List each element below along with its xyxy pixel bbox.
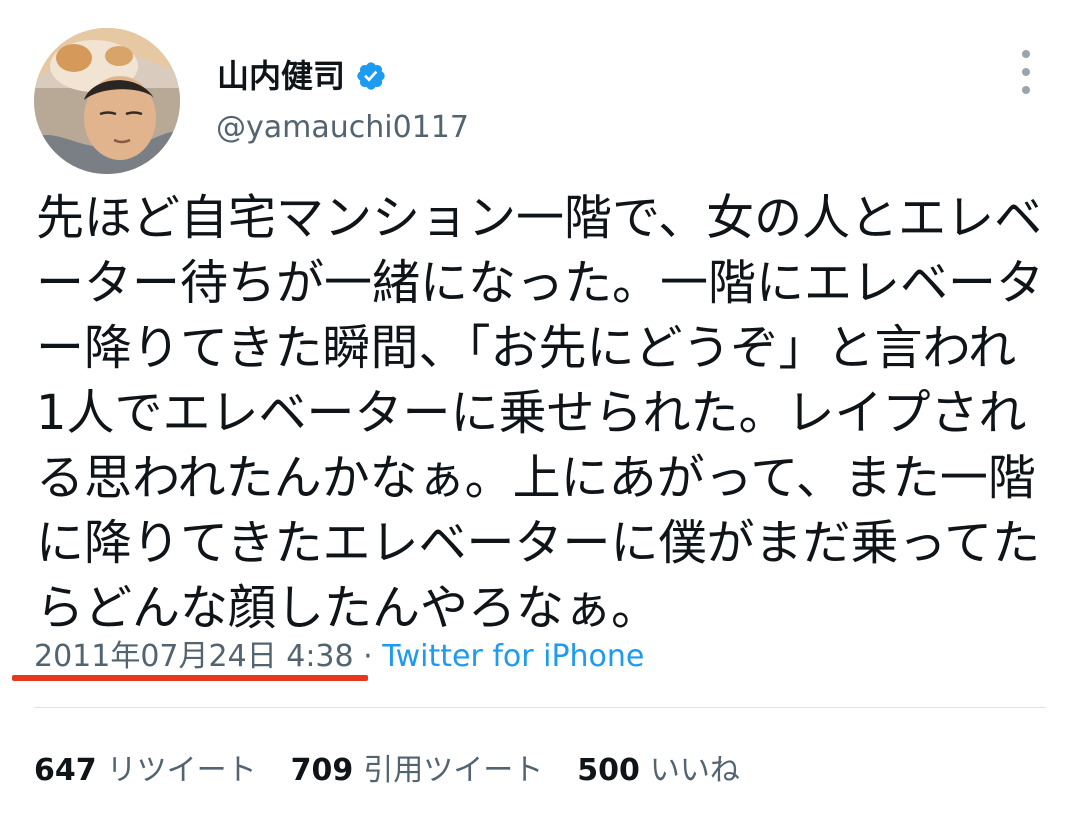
more-options-button[interactable] [1008,50,1044,94]
quote-tweets-label: 引用ツイート [363,753,544,788]
tweet-source-link[interactable]: Twitter for iPhone [382,639,644,674]
author-name-row[interactable]: 山内健司 [217,56,387,96]
avatar[interactable] [34,28,180,174]
likes-label: いいね [649,753,740,788]
more-options-icon-dot [1022,68,1030,76]
retweets-label: リツイート [106,753,257,788]
more-options-icon-dot [1022,86,1030,94]
more-options-icon [1022,50,1030,58]
avatar-photo [34,28,180,174]
red-annotation-underline [12,675,368,681]
author-display-name[interactable]: 山内健司 [217,56,345,96]
quote-tweets-stat[interactable]: 709 引用ツイート [291,749,544,793]
author-handle[interactable]: @yamauchi0117 [216,108,469,148]
engagement-stats: 647 リツイート 709 引用ツイート 500 いいね [34,749,774,793]
retweets-count: 647 [34,753,97,788]
likes-count: 500 [577,753,640,788]
verified-badge-icon [357,62,385,90]
tweet-meta: 2011年07月24日 4:38 · Twitter for iPhone [34,637,644,677]
meta-separator: · [363,639,373,674]
quote-tweets-count: 709 [290,753,354,788]
retweets-stat[interactable]: 647 リツイート [34,749,257,793]
tweet-text: 先ほど自宅マンション一階で、女の人とエレベーター待ちが一緒になった。一階にエレベ… [36,190,1045,636]
tweet-timestamp[interactable]: 2011年07月24日 4:38 [34,639,354,674]
likes-stat[interactable]: 500 いいね [577,749,740,793]
divider [34,707,1046,708]
